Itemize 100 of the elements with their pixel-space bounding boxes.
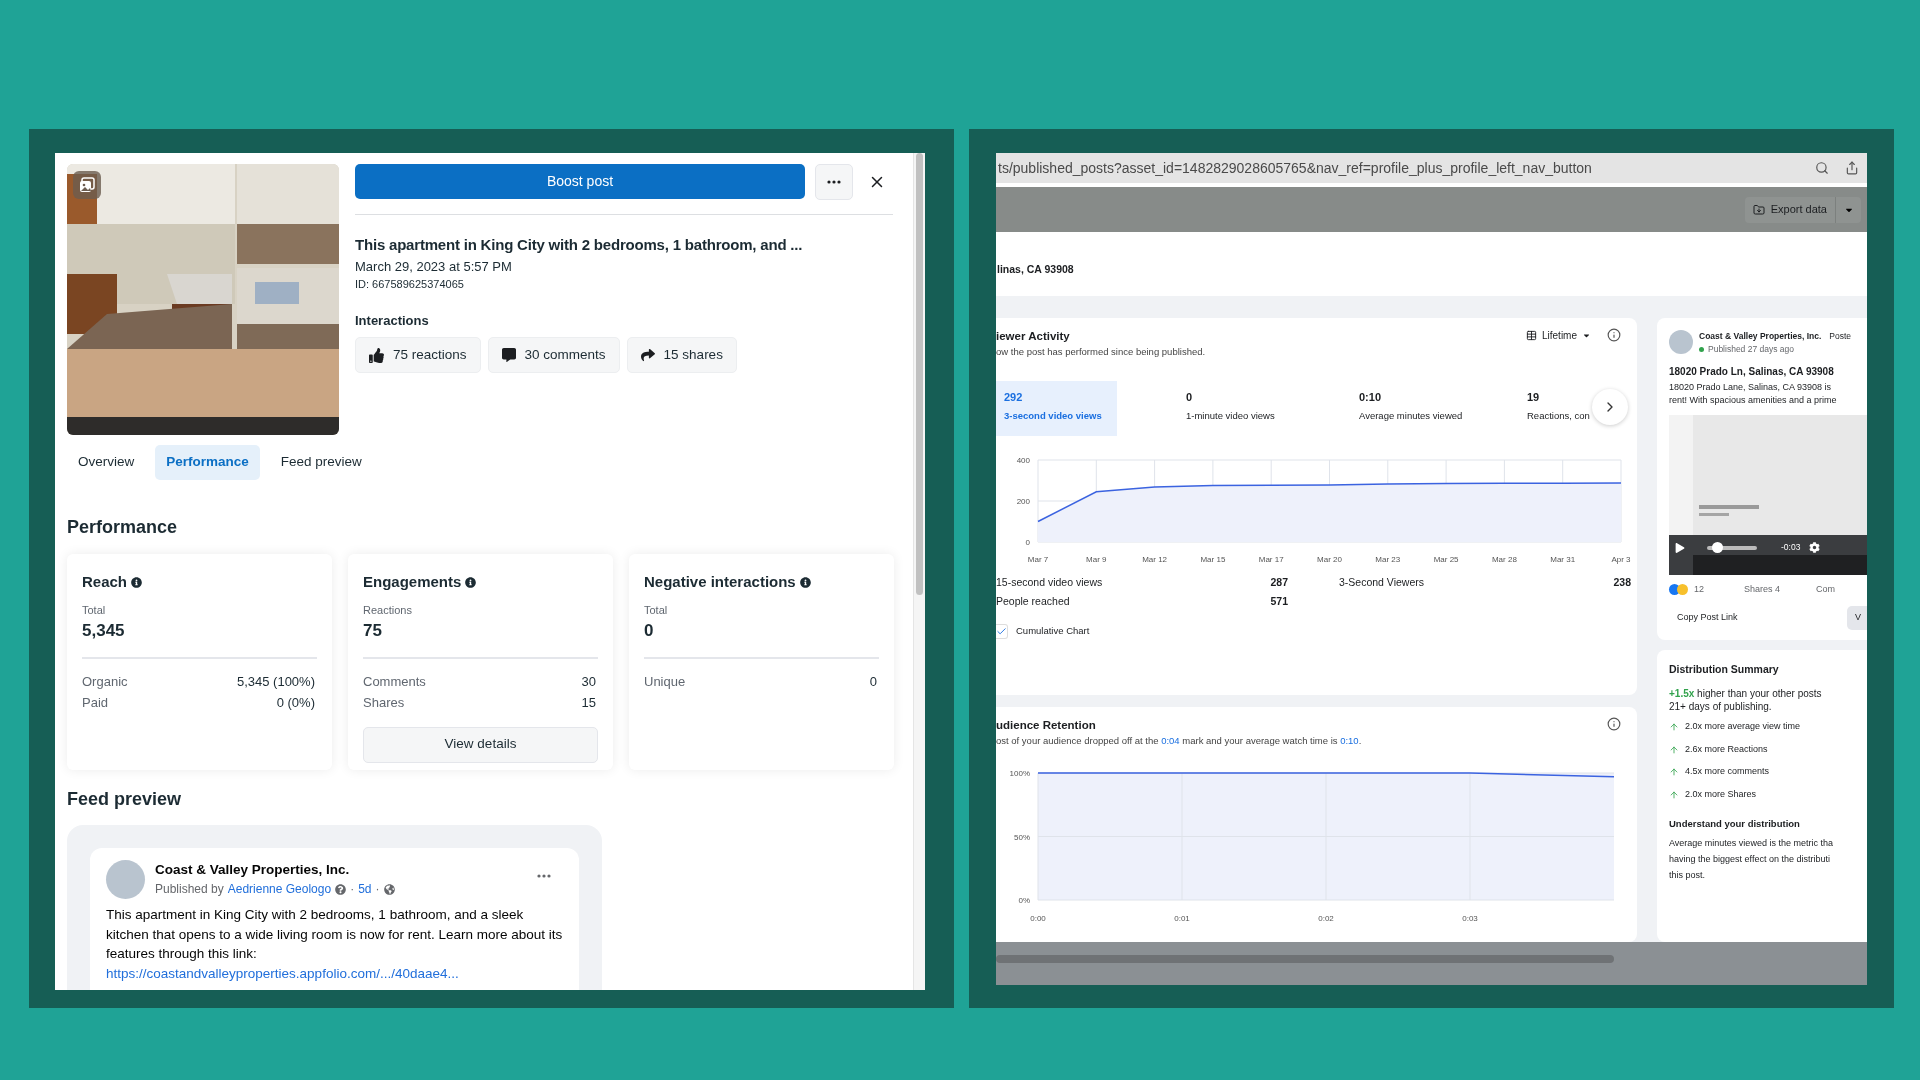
- card-title: Engagements: [363, 572, 462, 592]
- axis-label: 0%: [1018, 896, 1030, 906]
- tab[interactable]: Performance: [155, 445, 260, 480]
- stat-value: 238: [1613, 574, 1631, 590]
- row-label: Organic: [82, 672, 128, 691]
- card-title: udience Retention: [996, 717, 1097, 733]
- avatar: [106, 860, 145, 899]
- row-label: Shares: [363, 694, 405, 712]
- view-button[interactable]: V: [1847, 606, 1867, 630]
- gallery-icon: [73, 171, 101, 199]
- up-arrow-icon: [1669, 722, 1679, 733]
- row-value: 30: [581, 672, 596, 691]
- info-icon[interactable]: [131, 576, 143, 588]
- metric-value: 5,345: [82, 620, 126, 642]
- card-title: Distribution Summary: [1669, 661, 1780, 677]
- video-scrubber[interactable]: [1707, 545, 1757, 550]
- status-text: Published 27 days ago: [1708, 342, 1794, 356]
- axis-label: Mar 9: [1086, 554, 1107, 564]
- section-heading: Performance: [67, 516, 179, 539]
- info-icon[interactable]: [465, 576, 477, 588]
- comparison-text: 2.0x more Shares: [1685, 787, 1757, 801]
- stat-label: 3-Second Viewers: [1339, 574, 1425, 590]
- share-icon[interactable]: [1845, 161, 1859, 175]
- axis-label: 0:01: [1174, 914, 1190, 924]
- chip-label: 15 shares: [663, 345, 723, 364]
- download-icon: [1752, 203, 1765, 216]
- period-label: Lifetime: [1542, 329, 1577, 343]
- axis-label: Mar 17: [1258, 554, 1284, 564]
- summary-text: +1.5x higher than your other posts 21+ days of publishing.: [1669, 687, 1823, 714]
- posted-label: Poste: [1829, 330, 1852, 343]
- table-icon: [1526, 330, 1537, 341]
- axis-label: Apr 3: [1611, 554, 1631, 564]
- axis-label: Mar 7: [1027, 554, 1049, 564]
- more-icon[interactable]: [537, 874, 551, 878]
- stat-label: People reached: [996, 594, 1070, 610]
- play-icon[interactable]: [1675, 542, 1685, 553]
- post-link[interactable]: https://coastandvalleyproperties.appfolio.com/.../40daae4...: [106, 963, 563, 983]
- section-label: Interactions: [355, 311, 430, 330]
- copy-link-button[interactable]: Copy Post Link: [1669, 606, 1746, 630]
- card-title: Negative interactions: [644, 572, 796, 592]
- post-title: This apartment in King City with 2 bedrooms, 1 bathroom, and ...: [355, 235, 804, 255]
- info-icon[interactable]: [1607, 716, 1621, 731]
- avatar: [1669, 330, 1693, 354]
- export-label: Export data: [1770, 202, 1827, 218]
- checkbox[interactable]: [996, 624, 1008, 639]
- address-bar[interactable]: ts/published_posts?asset_id=1482829028605765&nav_ref=profile_plus_profile_left_nav_button: [996, 153, 1867, 183]
- separator-dot: ·: [375, 881, 380, 899]
- metric-value: 75: [363, 620, 383, 642]
- export-data-button[interactable]: Export data: [1744, 196, 1835, 223]
- boost-post-button[interactable]: Boost post: [355, 164, 805, 199]
- metric-tab[interactable]: 19 Reactions, con: [1519, 380, 1591, 436]
- axis-label: Mar 15: [1200, 554, 1226, 564]
- up-arrow-icon: [1669, 767, 1679, 778]
- horizontal-scrollbar[interactable]: [996, 955, 1614, 963]
- metric-tab[interactable]: 0:10 Average minutes viewed: [1351, 380, 1519, 436]
- row-value: 0 (0%): [276, 694, 315, 712]
- chip-label: 75 reactions: [393, 345, 467, 364]
- stat-value: 287: [1270, 574, 1288, 590]
- tab[interactable]: Feed preview: [269, 445, 373, 480]
- author-link[interactable]: Aedrienne Geologo: [227, 880, 332, 899]
- settings-icon[interactable]: [1809, 541, 1820, 553]
- comments-count: Com: [1816, 582, 1836, 596]
- info-icon[interactable]: [1607, 328, 1621, 342]
- axis-label: 0:02: [1318, 914, 1334, 924]
- chip-label: 30 comments: [524, 345, 606, 364]
- caret-icon: [1582, 331, 1591, 340]
- post-date: March 29, 2023 at 5:57 PM: [355, 257, 513, 276]
- subheading: Understand your distribution: [1669, 817, 1801, 832]
- axis-label: 50%: [1014, 832, 1030, 842]
- axis-label: 400: [1016, 455, 1030, 465]
- info-icon[interactable]: [799, 576, 811, 588]
- scrollbar[interactable]: [913, 153, 925, 990]
- explanation-text: Average minutes viewed is the metric tha having the biggest effect on the distributi this post.: [1669, 836, 1834, 882]
- axis-label: Mar 20: [1317, 554, 1342, 564]
- metric-tab[interactable]: 0 1-minute video views: [1178, 380, 1351, 436]
- comment-icon: [501, 348, 516, 362]
- card-title: iewer Activity: [996, 329, 1071, 344]
- wow-reaction-icon: [1677, 583, 1688, 595]
- section-heading: Feed preview: [67, 788, 183, 811]
- post-age-link[interactable]: 5d: [358, 880, 372, 899]
- share-arrow-icon: [640, 348, 655, 362]
- video-time: -0:03: [1781, 540, 1801, 554]
- globe-icon: [383, 883, 395, 895]
- view-details-button[interactable]: View details: [363, 726, 598, 763]
- location-text: linas, CA 93908: [997, 262, 1074, 278]
- axis-label: Mar 25: [1433, 554, 1459, 564]
- scrubber-thumb[interactable]: [1712, 541, 1723, 553]
- tab[interactable]: Overview: [67, 445, 146, 480]
- period-dropdown[interactable]: Lifetime: [1526, 328, 1591, 343]
- row-label: Unique: [644, 672, 686, 691]
- card-title: Reach: [82, 572, 128, 592]
- axis-label: Mar 12: [1142, 554, 1168, 564]
- card-subtitle: ost of your audience dropped off at the 0:04 mark and your average watch time is 0:10.: [996, 734, 1362, 749]
- search-icon[interactable]: [1815, 161, 1829, 175]
- separator-dot: ·: [350, 881, 355, 899]
- published-by-text: Published by: [155, 881, 224, 899]
- help-icon[interactable]: [335, 883, 347, 895]
- more-icon: [827, 179, 841, 184]
- up-arrow-icon: [1669, 789, 1679, 800]
- metric-tab[interactable]: 292 3-second video views: [996, 380, 1117, 436]
